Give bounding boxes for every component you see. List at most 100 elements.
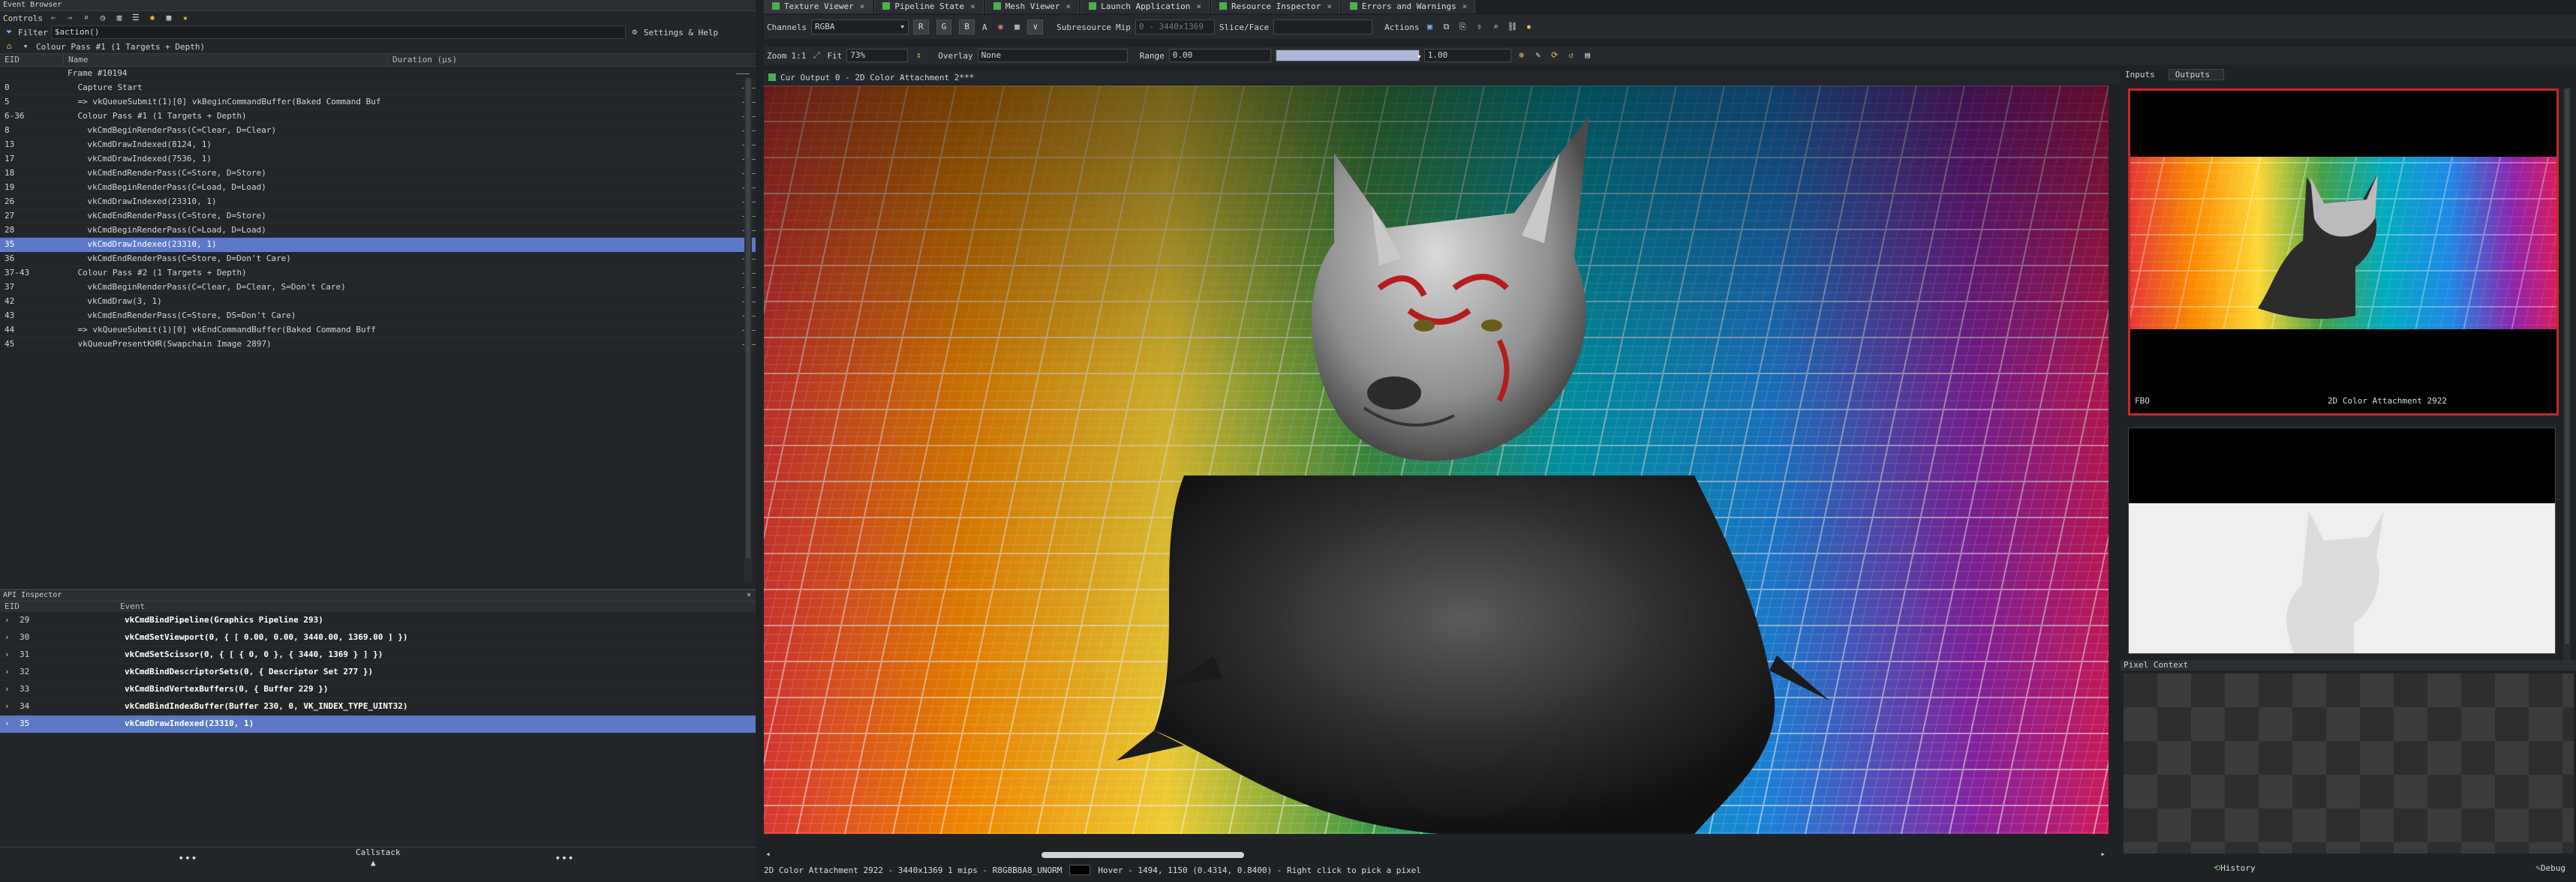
event-row[interactable]: 44 => vkQueueSubmit(1)[0] vkEndCommandBuf… [0, 323, 756, 338]
settings-gear-icon[interactable]: ✱ [146, 12, 158, 24]
event-row[interactable]: 6-36 Colour Pass #1 (1 Targets + Depth) [0, 110, 756, 124]
event-row[interactable]: 17 vkCmdDrawIndexed(7536, 1) [0, 152, 756, 166]
scroll-right-icon[interactable]: ▸ [2100, 849, 2106, 859]
close-icon[interactable]: × [1066, 2, 1072, 11]
slice-face-dropdown[interactable] [1273, 20, 1373, 34]
filter-input[interactable]: $action() [50, 26, 626, 39]
histogram-icon[interactable]: ▤ [1582, 50, 1594, 62]
save-icon[interactable]: ▣ [1423, 21, 1435, 33]
chevron-down-icon[interactable]: ▾ [20, 40, 32, 52]
pin-icon[interactable]: ⇕ [912, 50, 924, 62]
api-row[interactable]: › 31 vkCmdSetScissor(0, { [ { 0, 0 }, { 34… [0, 646, 756, 664]
home-icon[interactable]: ⌂ [3, 40, 15, 52]
expand-arrow-icon[interactable]: › [0, 614, 15, 627]
expand-arrow-icon[interactable]: › [0, 682, 15, 696]
channel-g-toggle[interactable]: G [936, 20, 952, 34]
channels-dropdown[interactable]: RGBA ▾ [810, 20, 909, 34]
col-duration[interactable]: Duration (μs) [387, 54, 738, 66]
tab-inputs[interactable]: Inputs [2125, 70, 2155, 80]
more-options-icon-right[interactable]: ••• [555, 854, 575, 863]
star-settings-icon[interactable]: ✸ [1522, 21, 1534, 33]
flip-button[interactable]: ∨ [1027, 20, 1044, 34]
link-icon[interactable]: ⛓ [1506, 21, 1518, 33]
more-options-icon-left[interactable]: ••• [179, 854, 198, 863]
export-icon[interactable]: ⇪ [1473, 21, 1485, 33]
history-button[interactable]: ⟲History [2214, 863, 2256, 873]
expand-arrow-icon[interactable]: › [0, 631, 15, 644]
pass-breadcrumb[interactable]: ⌂ ▾ Colour Pass #1 (1 Targets + Depth) [0, 40, 756, 53]
api-row[interactable]: › 29 vkCmdBindPipeline(Graphics Pipeline 2… [0, 612, 756, 629]
copy-icon[interactable]: ⧉ [1440, 21, 1452, 33]
col-name[interactable]: Name [63, 54, 387, 66]
wand-icon[interactable]: ✎ [1532, 50, 1544, 62]
overlay-dropdown[interactable]: None [977, 49, 1128, 62]
output-tab-label[interactable]: Cur Output 0 - 2D Color Attachment 2*** [780, 73, 974, 82]
back-arrow-icon[interactable]: ← [47, 12, 59, 24]
debug-button[interactable]: ✎Debug [2535, 863, 2565, 873]
table-icon[interactable]: ▦ [163, 12, 175, 24]
event-scrollbar[interactable] [744, 78, 752, 582]
settings-icon[interactable]: ⚙ [629, 26, 641, 38]
expand-arrow-icon[interactable]: › [0, 648, 15, 662]
event-row[interactable]: 43 vkCmdEndRenderPass(C=Store, DS=Don't C… [0, 309, 756, 323]
pixel-context-view[interactable] [2124, 674, 2574, 854]
expand-arrow-icon[interactable]: › [0, 665, 15, 679]
event-row[interactable]: 27 vkCmdEndRenderPass(C=Store, D=Store) [0, 209, 756, 224]
event-row[interactable]: Frame #10194 [0, 67, 756, 81]
checkerboard-icon[interactable]: ▩ [1011, 21, 1023, 33]
collapse-arrow-icon[interactable]: ▲ [371, 858, 376, 868]
channel-r-toggle[interactable]: R [912, 20, 929, 34]
bookmark-star-icon[interactable]: ★ [179, 12, 191, 24]
mip-dropdown[interactable]: 0 - 3440x1369 [1135, 20, 1215, 34]
close-icon[interactable]: × [1196, 2, 1201, 11]
event-row[interactable]: 28 vkCmdBeginRenderPass(C=Load, D=Load) [0, 224, 756, 238]
viewer-horizontal-scrollbar[interactable]: ◂ ▸ [764, 849, 2109, 860]
event-row[interactable]: 36 vkCmdEndRenderPass(C=Store, D=Don't Ca… [0, 252, 756, 266]
binoculars-icon[interactable]: ⌕ [1489, 21, 1501, 33]
close-icon[interactable]: × [1462, 2, 1468, 11]
api-col-event[interactable]: Event [116, 602, 735, 612]
api-row[interactable]: › 34 vkCmdBindIndexBuffer(Buffer 230, 0, V… [0, 698, 756, 716]
fit-button[interactable]: Fit [827, 51, 842, 61]
expand-arrow-icon[interactable]: › [0, 717, 15, 730]
event-row[interactable]: 37 vkCmdBeginRenderPass(C=Clear, D=Clear,… [0, 280, 756, 295]
binoculars-icon[interactable]: ⌕ [80, 12, 92, 24]
api-row[interactable]: › 35 vkCmdDrawIndexed(23310, 1) [0, 716, 756, 733]
scroll-left-icon[interactable]: ◂ [765, 849, 771, 859]
event-row[interactable]: 37-43 Colour Pass #2 (1 Targets + Depth) [0, 266, 756, 280]
event-row[interactable]: 18 vkCmdEndRenderPass(C=Store, D=Store) [0, 166, 756, 181]
close-icon[interactable]: × [747, 590, 751, 601]
clock-icon[interactable]: ◷ [97, 12, 109, 24]
expand-arrow-icon[interactable]: › [0, 700, 15, 713]
channel-a-toggle[interactable]: A [982, 22, 987, 32]
tab-launch-application[interactable]: Launch Application × [1081, 0, 1210, 14]
range-slider[interactable]: ▾ [1275, 50, 1422, 62]
callstack-label[interactable]: Callstack [356, 848, 401, 857]
event-row[interactable]: 8 vkCmdBeginRenderPass(C=Clear, D=Clear) [0, 124, 756, 138]
channel-b-toggle[interactable]: B [959, 20, 975, 34]
output-thumbnail-color[interactable]: FBO 2D Color Attachment 2922 [2128, 88, 2559, 416]
zoom-1-1-button[interactable]: 1:1 [792, 51, 807, 61]
event-row[interactable]: 0 Capture Start [0, 81, 756, 95]
tab-mesh-viewer[interactable]: Mesh Viewer × [984, 0, 1080, 14]
forward-arrow-icon[interactable]: → [64, 12, 76, 24]
tab-pipeline-state[interactable]: Pipeline State × [874, 0, 984, 14]
tab-texture-viewer[interactable]: Texture Viewer × [764, 0, 873, 14]
thumbnail-scrollbar[interactable] [2563, 88, 2571, 666]
output-thumbnail-depth[interactable] [2128, 428, 2556, 654]
settings-help-button[interactable]: Settings & Help [644, 28, 718, 38]
range-min-input[interactable]: 0.00 [1168, 49, 1271, 62]
auto-fit-icon[interactable]: ⟳ [1549, 50, 1561, 62]
event-row[interactable]: 42 vkCmdDraw(3, 1) [0, 295, 756, 309]
event-row[interactable]: 26 vkCmdDrawIndexed(23310, 1) [0, 195, 756, 209]
api-row[interactable]: › 32 vkCmdBindDescriptorSets(0, { Descript… [0, 664, 756, 681]
event-row[interactable]: 35 vkCmdDrawIndexed(23310, 1) [0, 238, 756, 252]
event-row[interactable]: 45 vkQueuePresentKHR(Swapchain Image 2897… [0, 338, 756, 352]
api-row[interactable]: › 33 vkCmdBindVertexBuffers(0, { Buffer 22… [0, 681, 756, 698]
col-eid[interactable]: EID [0, 54, 63, 66]
tab-errors-and-warnings[interactable]: Errors and Warnings × [1341, 0, 1476, 14]
api-col-eid[interactable]: EID [0, 602, 116, 612]
close-icon[interactable]: × [860, 2, 865, 11]
close-icon[interactable]: × [1327, 2, 1332, 11]
event-row[interactable]: 19 vkCmdBeginRenderPass(C=Load, D=Load) [0, 181, 756, 195]
